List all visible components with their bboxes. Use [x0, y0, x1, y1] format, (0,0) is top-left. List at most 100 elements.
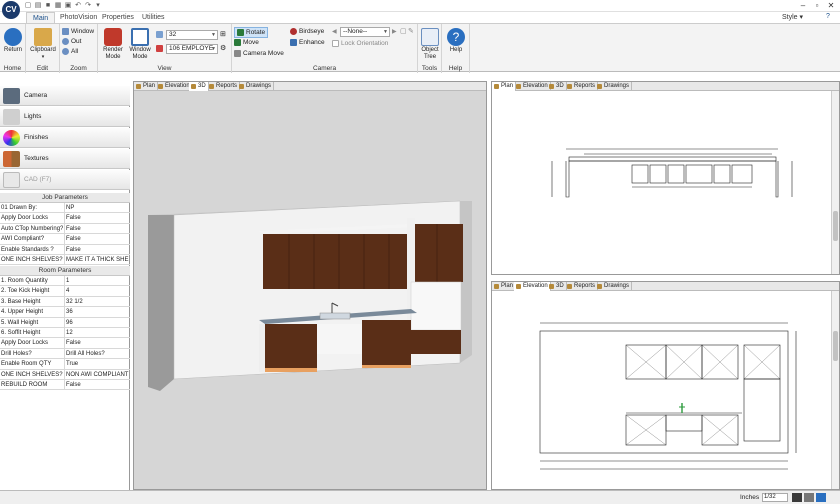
- move-button[interactable]: Move: [234, 38, 259, 47]
- open-folder-icon[interactable]: ▤: [34, 2, 42, 10]
- status-tool-icon-1[interactable]: [792, 493, 802, 502]
- tab-elevation[interactable]: Elevation: [514, 282, 551, 291]
- quick-access-menu-icon[interactable]: ▾: [94, 2, 102, 10]
- tab-main[interactable]: Main: [26, 12, 56, 23]
- parameter-row[interactable]: REBUILD ROOM False: [0, 380, 130, 391]
- tab-3d[interactable]: 3D: [547, 82, 567, 91]
- parameter-value[interactable]: False: [64, 380, 130, 390]
- layer-select[interactable]: 106 EMPLOYE ▼: [166, 44, 218, 54]
- parameter-row[interactable]: 5. Wall Height 96: [0, 317, 130, 328]
- birdseye-button[interactable]: Birdseye: [290, 27, 324, 36]
- parameter-value[interactable]: 36: [64, 307, 130, 317]
- grid-toggle-icon[interactable]: ⊞: [220, 30, 226, 38]
- parameter-row[interactable]: 6. Soffit Height 12: [0, 328, 130, 339]
- parameter-row[interactable]: Auto CTop Numbering? False: [0, 223, 130, 235]
- parameter-value[interactable]: True: [64, 359, 130, 369]
- view-elevation-pane[interactable]: Plan Elevation 3D Reports Drawings: [491, 281, 840, 490]
- nav-finishes[interactable]: Finishes: [0, 128, 130, 148]
- parameter-value[interactable]: 12: [64, 328, 130, 338]
- parameter-row[interactable]: ONE INCH SHELVES? NON AWI COMPLIANT: [0, 369, 130, 380]
- camera-edit-icon[interactable]: ✎: [408, 27, 414, 35]
- elevation-vertical-scrollbar[interactable]: [831, 291, 839, 489]
- parameter-row[interactable]: 3. Base Height 32 1/2: [0, 296, 130, 308]
- help-button[interactable]: ? Help: [444, 26, 468, 54]
- save-icon[interactable]: ■: [44, 2, 52, 10]
- nav-lights[interactable]: Lights: [0, 107, 130, 127]
- view-plan-pane[interactable]: Plan Elevation 3D Reports Drawings: [491, 81, 840, 275]
- camera-move-button[interactable]: Camera Move: [234, 49, 284, 58]
- parameter-value[interactable]: 1: [64, 276, 130, 286]
- object-tree-button[interactable]: Object Tree: [418, 26, 442, 61]
- zoom-window-button[interactable]: Window: [62, 27, 94, 36]
- zoom-out-button[interactable]: Out: [62, 37, 81, 46]
- render-mode-button[interactable]: Render Mode: [100, 26, 126, 61]
- tab-plan[interactable]: Plan: [134, 82, 159, 91]
- parameter-row[interactable]: 01 Drawn By: NP: [0, 203, 130, 214]
- zoom-level-select[interactable]: 32 ▼: [166, 30, 218, 40]
- parameter-row[interactable]: Apply Door Locks False: [0, 213, 130, 224]
- scrollbar-thumb[interactable]: [833, 211, 838, 241]
- camera-prev-arrow-icon[interactable]: ◀: [332, 28, 337, 35]
- redo-icon[interactable]: ↷: [84, 2, 92, 10]
- minimize-icon[interactable]: –: [796, 1, 810, 11]
- parameter-value[interactable]: NP: [64, 203, 130, 213]
- enhance-button[interactable]: Enhance: [290, 38, 325, 47]
- parameter-value[interactable]: False: [64, 223, 130, 234]
- parameter-value[interactable]: False: [64, 244, 130, 254]
- lock-orientation-checkbox[interactable]: Lock Orientation: [332, 39, 388, 48]
- status-tool-icon-2[interactable]: [804, 493, 814, 502]
- parameter-row[interactable]: ONE INCH SHELVES? MAKE IT A THICK SHE: [0, 255, 130, 266]
- tab-utilities[interactable]: Utilities: [136, 12, 171, 23]
- tab-plan[interactable]: Plan: [492, 82, 517, 91]
- parameter-value[interactable]: NON AWI COMPLIANT: [64, 369, 130, 379]
- maximize-icon[interactable]: ▫: [810, 1, 824, 11]
- tab-3d[interactable]: 3D: [547, 282, 567, 291]
- parameter-value[interactable]: 32 1/2: [64, 296, 130, 307]
- tab-properties[interactable]: Properties: [96, 12, 140, 23]
- app-logo[interactable]: CV: [2, 1, 20, 19]
- clipboard-button[interactable]: Clipboard ▾: [29, 26, 57, 61]
- new-file-icon[interactable]: ▢: [24, 2, 32, 10]
- scale-select[interactable]: 1/32: [762, 493, 788, 502]
- tab-reports[interactable]: Reports: [565, 82, 599, 91]
- parameter-row[interactable]: Enable Room QTY True: [0, 359, 130, 370]
- parameter-row[interactable]: AWI Compliant? False: [0, 234, 130, 245]
- tab-drawings[interactable]: Drawings: [595, 82, 633, 91]
- close-icon[interactable]: ✕: [824, 1, 838, 11]
- layer-settings-icon[interactable]: ⚙: [220, 44, 226, 52]
- camera-view-select[interactable]: --None-- ▼: [340, 27, 390, 37]
- undo-icon[interactable]: ↶: [74, 2, 82, 10]
- tab-drawings[interactable]: Drawings: [237, 82, 275, 91]
- parameter-row[interactable]: 4. Upper Height 36: [0, 307, 130, 318]
- nav-cad[interactable]: CAD (F7): [0, 170, 130, 190]
- print-icon[interactable]: ▦: [54, 2, 62, 10]
- zoom-all-button[interactable]: All: [62, 47, 78, 56]
- tab-drawings[interactable]: Drawings: [595, 282, 633, 291]
- scrollbar-thumb[interactable]: [833, 331, 838, 361]
- window-mode-button[interactable]: Window Mode: [127, 26, 153, 61]
- tab-elevation[interactable]: Elevation: [156, 82, 193, 91]
- nav-camera[interactable]: Camera: [0, 86, 130, 106]
- nav-textures[interactable]: Textures: [0, 149, 130, 169]
- tab-reports[interactable]: Reports: [565, 282, 599, 291]
- camera-next-arrow-icon[interactable]: ▶: [392, 28, 397, 35]
- parameter-value[interactable]: 96: [64, 317, 130, 327]
- parameter-row[interactable]: 2. Toe Kick Height 4: [0, 286, 130, 297]
- parameter-value[interactable]: False: [64, 234, 130, 244]
- plan-vertical-scrollbar[interactable]: [831, 91, 839, 274]
- tab-reports[interactable]: Reports: [207, 82, 241, 91]
- help-question-icon[interactable]: ?: [826, 13, 830, 20]
- parameter-value[interactable]: MAKE IT A THICK SHE: [64, 255, 130, 265]
- units-label[interactable]: Inches: [740, 494, 759, 501]
- parameter-value[interactable]: 4: [64, 286, 130, 296]
- view-3d-pane[interactable]: Plan Elevation 3D Reports Drawings: [133, 81, 487, 490]
- status-tool-icon-3[interactable]: [816, 493, 826, 502]
- parameter-value[interactable]: False: [64, 338, 130, 348]
- parameter-row[interactable]: Drill Holes? Drill All Holes?: [0, 348, 130, 360]
- parameter-value[interactable]: Drill All Holes?: [64, 348, 130, 359]
- tab-elevation[interactable]: Elevation: [514, 82, 551, 91]
- parameter-row[interactable]: Enable Standards ? False: [0, 244, 130, 255]
- tab-3d[interactable]: 3D: [189, 82, 209, 91]
- parameter-row[interactable]: 1. Room Quantity 1: [0, 276, 130, 287]
- export-icon[interactable]: ▣: [64, 2, 72, 10]
